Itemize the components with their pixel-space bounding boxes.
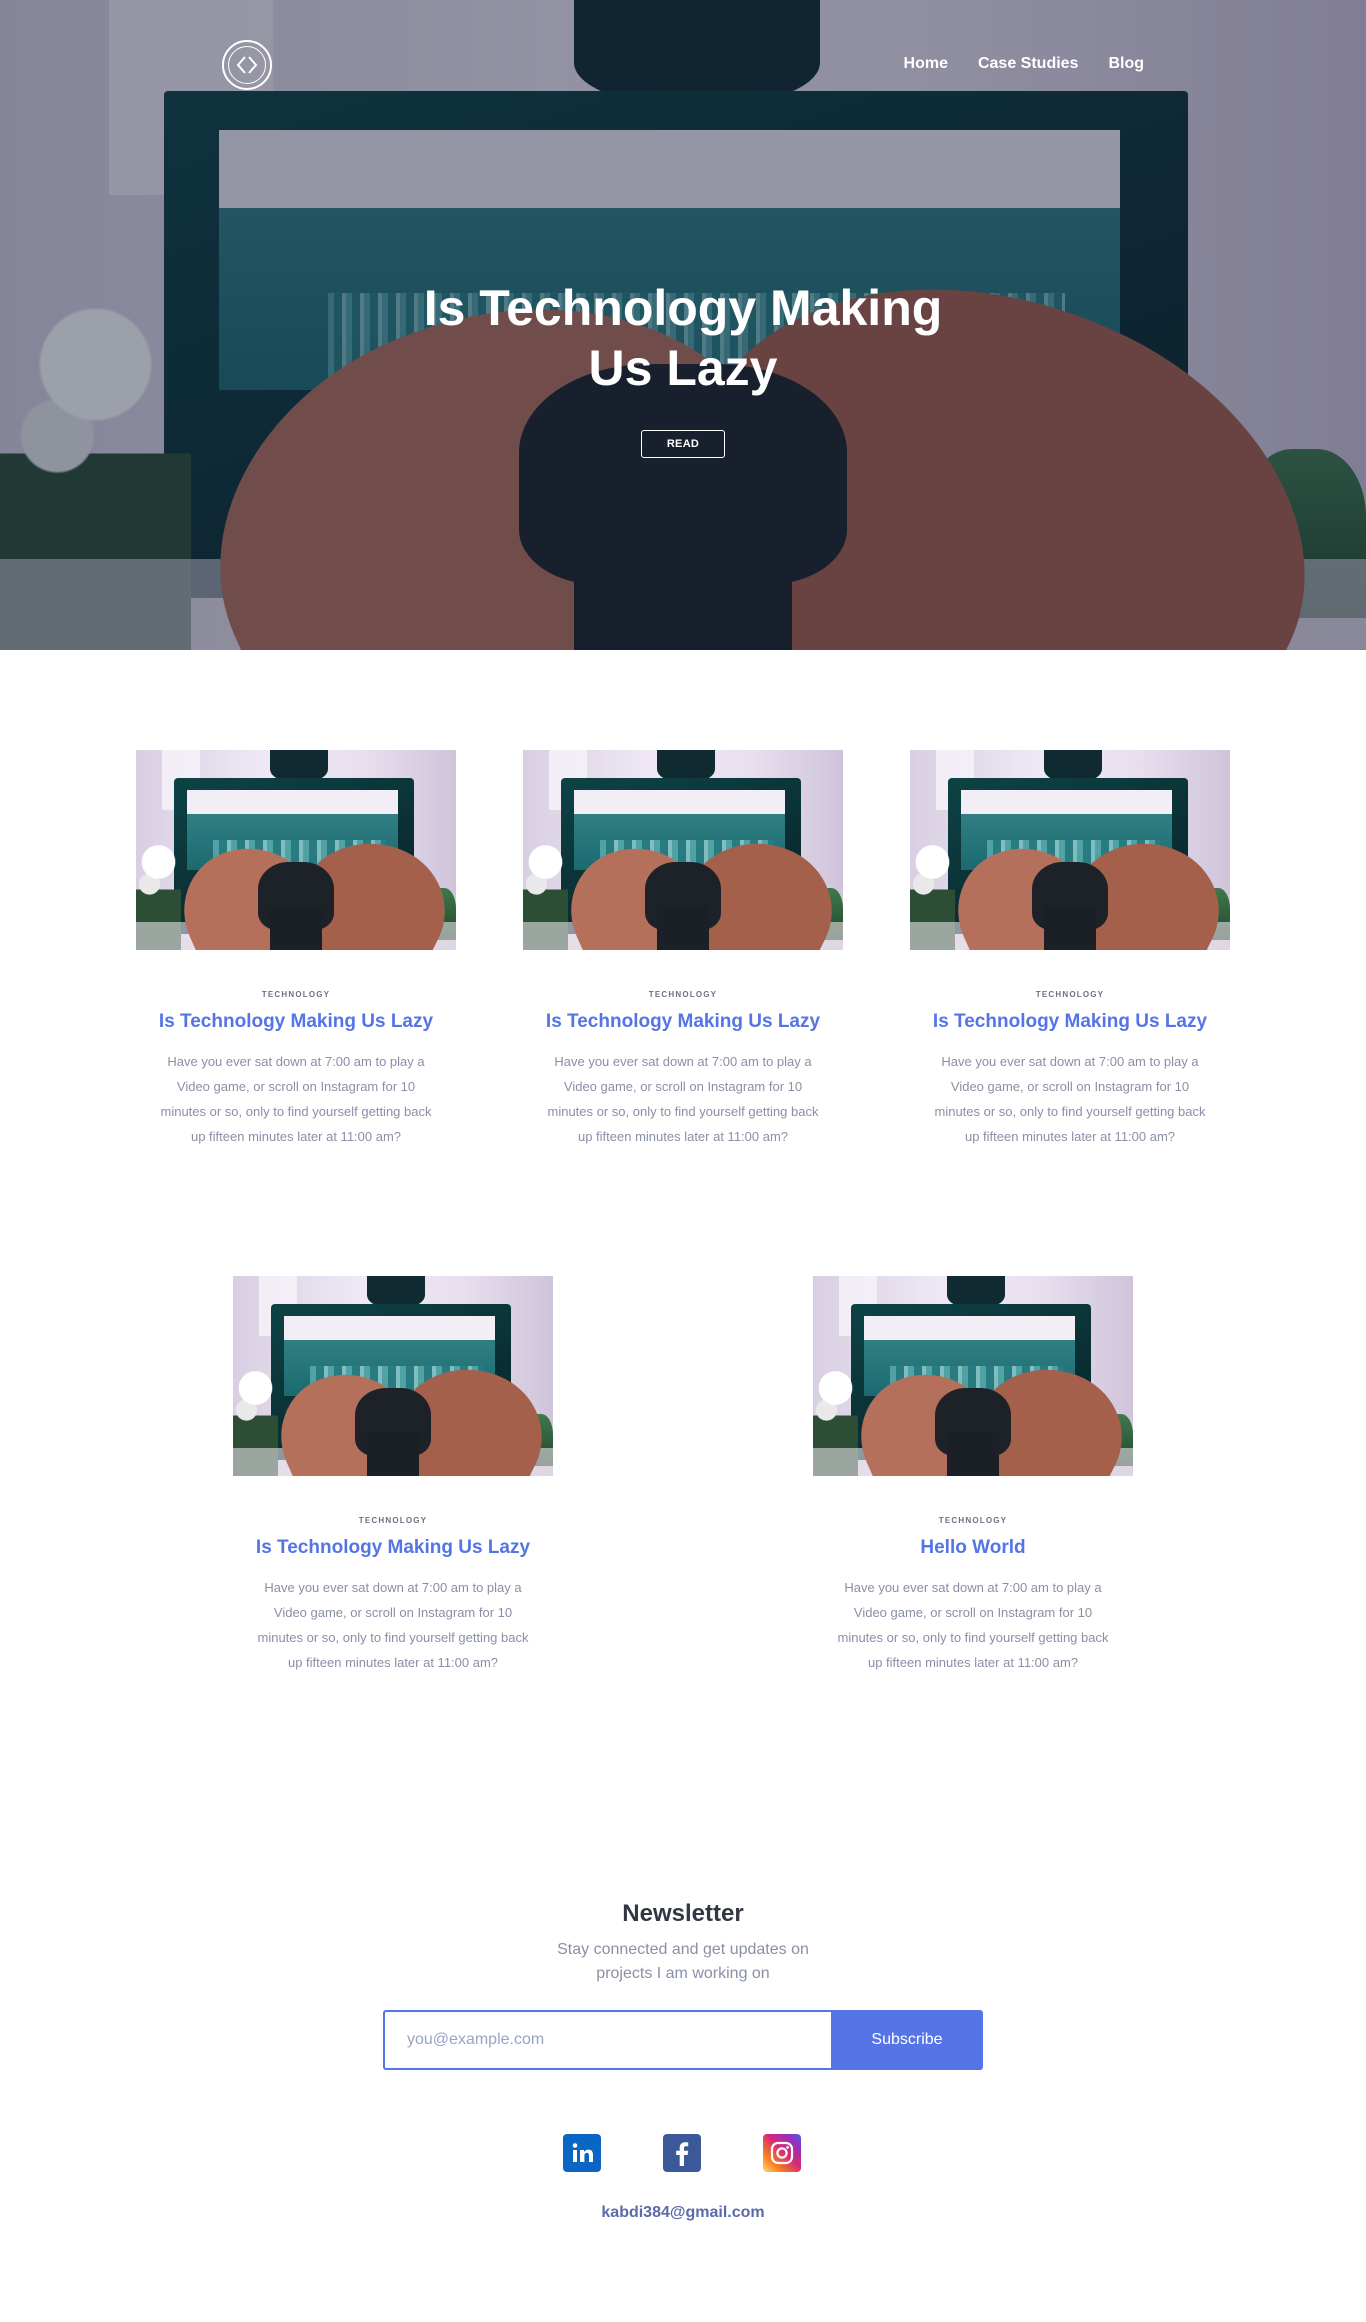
post-card[interactable]: TECHNOLOGY Is Technology Making Us Lazy … (136, 750, 456, 1149)
post-excerpt: Have you ever sat down at 7:00 am to pla… (160, 1054, 432, 1144)
newsletter-section: Newsletter Stay connected and get update… (0, 1900, 1366, 2070)
post-category: TECHNOLOGY (261, 990, 331, 999)
post-category: TECHNOLOGY (1035, 990, 1105, 999)
post-card[interactable]: TECHNOLOGY Is Technology Making Us Lazy … (233, 1276, 553, 1675)
post-card[interactable]: TECHNOLOGY Hello World Have you ever sat… (813, 1276, 1133, 1675)
newsletter-title: Newsletter (622, 1900, 744, 1927)
post-category: TECHNOLOGY (358, 1516, 428, 1525)
linkedin-glyph-icon (572, 2143, 593, 2162)
site-logo[interactable] (222, 40, 272, 90)
post-category: TECHNOLOGY (648, 990, 718, 999)
instagram-glyph-icon (770, 2141, 794, 2165)
post-image[interactable] (136, 750, 456, 950)
instagram-icon[interactable] (763, 2134, 801, 2172)
post-image[interactable] (523, 750, 843, 950)
post-excerpt: Have you ever sat down at 7:00 am to pla… (547, 1054, 819, 1144)
contact-email[interactable]: kabdi384@gmail.com (0, 2204, 1366, 2222)
post-category: TECHNOLOGY (938, 1516, 1008, 1525)
facebook-icon[interactable] (663, 2134, 701, 2172)
post-image[interactable] (233, 1276, 553, 1476)
hero-title: Is Technology Making Us Lazy (423, 280, 943, 396)
post-image[interactable] (910, 750, 1230, 950)
post-title[interactable]: Hello World (813, 1537, 1133, 1559)
facebook-glyph-icon (676, 2142, 689, 2166)
post-card[interactable]: TECHNOLOGY Is Technology Making Us Lazy … (910, 750, 1230, 1149)
code-brackets-icon (236, 56, 258, 74)
hero-section: Home Case Studies Blog Is Technology Mak… (0, 0, 1366, 650)
post-card[interactable]: TECHNOLOGY Is Technology Making Us Lazy … (523, 750, 843, 1149)
post-title[interactable]: Is Technology Making Us Lazy (910, 1011, 1230, 1033)
post-title[interactable]: Is Technology Making Us Lazy (136, 1011, 456, 1033)
read-button[interactable]: READ (641, 430, 725, 458)
linkedin-icon[interactable] (563, 2134, 601, 2172)
post-excerpt: Have you ever sat down at 7:00 am to pla… (934, 1054, 1206, 1144)
email-input[interactable] (383, 2010, 831, 2070)
post-title[interactable]: Is Technology Making Us Lazy (233, 1537, 553, 1559)
nav-home[interactable]: Home (904, 55, 948, 73)
nav-blog[interactable]: Blog (1108, 55, 1144, 73)
post-image[interactable] (813, 1276, 1133, 1476)
social-links (563, 2134, 801, 2172)
post-excerpt: Have you ever sat down at 7:00 am to pla… (257, 1580, 529, 1670)
post-excerpt: Have you ever sat down at 7:00 am to pla… (837, 1580, 1109, 1670)
post-title[interactable]: Is Technology Making Us Lazy (523, 1011, 843, 1033)
subscribe-button[interactable]: Subscribe (831, 2010, 983, 2070)
main-nav: Home Case Studies Blog (904, 55, 1144, 73)
newsletter-form: Subscribe (383, 2010, 983, 2070)
nav-case-studies[interactable]: Case Studies (978, 55, 1078, 73)
newsletter-subtitle: Stay connected and get updates on projec… (557, 1941, 809, 1982)
